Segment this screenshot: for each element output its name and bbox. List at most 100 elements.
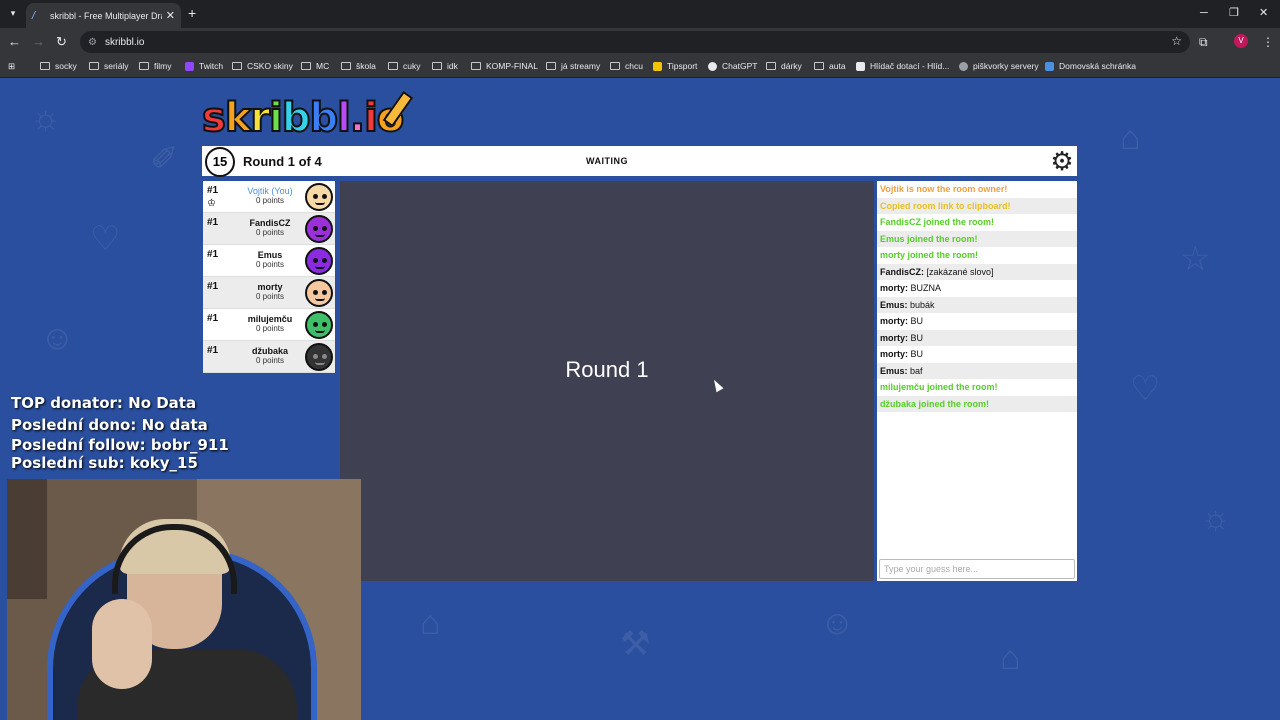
bookmark-link[interactable]: piškvorky servery — [959, 61, 1039, 71]
player-avatar — [305, 183, 333, 211]
chat-text: BU — [908, 349, 924, 359]
player-avatar — [305, 215, 333, 243]
chatgpt-icon — [708, 61, 717, 71]
player-name: milujemču — [247, 314, 293, 324]
restore-icon[interactable]: ❐ — [1229, 6, 1239, 20]
doodle-house-icon: ⌂ — [1000, 639, 1021, 677]
folder-icon — [546, 62, 556, 70]
doodle-heart-icon: ♡ — [90, 220, 121, 258]
profile-avatar[interactable]: V — [1234, 34, 1248, 48]
chat-author: Emus: — [880, 365, 908, 376]
tab-list-chevron-icon[interactable]: ▾ — [6, 6, 20, 20]
chat-message: Copied room link to clipboard! — [877, 197, 1077, 214]
bookmark-folder[interactable]: MC — [301, 61, 329, 71]
close-window-icon[interactable]: ✕ — [1259, 6, 1268, 20]
globe-icon — [959, 61, 968, 71]
extensions-icon[interactable]: ⧉ — [1199, 34, 1208, 50]
player-row[interactable]: #1 morty 0 points — [203, 277, 335, 309]
folder-icon — [388, 62, 398, 70]
player-avatar — [305, 279, 333, 307]
player-row[interactable]: #1 Emus 0 points — [203, 245, 335, 277]
doodle-house-icon: ⌂ — [420, 604, 441, 642]
bookmark-link[interactable]: Domovská schránka — [1045, 61, 1136, 71]
chat-message: FandisCZ joined the room! — [880, 217, 994, 227]
doodle-sun-icon: ☼ — [1200, 499, 1232, 537]
browser-tab-bar: ▾ / skribbl - Free Multiplayer Draw ✕ + … — [0, 0, 1280, 28]
chat-text: BU — [908, 332, 924, 343]
address-bar[interactable]: ⚙ skribbl.io ☆ — [80, 31, 1190, 53]
round-announcement: Round 1 — [565, 357, 649, 382]
player-points: 0 points — [255, 356, 285, 365]
reload-icon[interactable]: ↻ — [56, 34, 67, 50]
twitch-icon — [185, 61, 194, 71]
overlay-last-dono: Poslední dono: No data — [11, 416, 208, 434]
doodle-smile-icon: ☺ — [820, 604, 855, 642]
webcam-feed — [7, 479, 361, 720]
chat-message: Vojtik is now the room owner! — [880, 184, 1008, 194]
player-row[interactable]: #1 milujemču 0 points — [203, 309, 335, 341]
player-name: morty — [257, 282, 283, 292]
player-row[interactable]: #1 džubaka 0 points — [203, 341, 335, 373]
player-rank: #1 — [207, 345, 219, 356]
player-row[interactable]: #1 FandisCZ 0 points — [203, 213, 335, 245]
player-rank: #1 — [207, 217, 219, 228]
game-status: WAITING — [586, 156, 628, 166]
menu-dots-icon[interactable]: ⋮ — [1262, 34, 1274, 50]
player-row[interactable]: #1 ♔ Vojtik (You) 0 points — [203, 181, 335, 213]
bookmark-star-icon[interactable]: ☆ — [1171, 34, 1182, 48]
bookmark-folder[interactable]: seriály — [89, 61, 129, 71]
folder-icon — [139, 62, 149, 70]
guess-input[interactable] — [879, 559, 1075, 579]
folder-icon — [432, 62, 442, 70]
bookmark-link[interactable]: Twitch — [185, 61, 223, 71]
tab-title: skribbl - Free Multiplayer Draw — [50, 10, 162, 21]
chat-text: baf — [907, 365, 923, 376]
drawing-canvas[interactable]: Round 1 — [340, 181, 874, 581]
url-text: skribbl.io — [104, 36, 145, 48]
bookmark-link[interactable]: Tipsport — [653, 61, 697, 71]
chat-author: morty: — [880, 283, 909, 293]
bookmark-folder[interactable]: filmy — [139, 61, 171, 71]
doodle-star-icon: ☆ — [1180, 240, 1211, 278]
chat-message: džubaka joined the room! — [877, 395, 1077, 412]
minimize-icon[interactable]: ─ — [1200, 6, 1208, 20]
bookmark-folder[interactable]: cuky — [388, 61, 420, 71]
chat-message: Emus: bubák — [877, 296, 1077, 313]
bookmark-folder[interactable]: škola — [341, 61, 376, 71]
settings-gear-icon[interactable]: ⚙ — [1049, 148, 1075, 174]
bookmark-folder[interactable]: dárky — [766, 61, 802, 71]
folder-icon — [814, 62, 824, 70]
bookmark-link[interactable]: ChatGPT — [708, 61, 757, 71]
folder-icon — [610, 62, 620, 70]
bookmark-folder[interactable]: KOMP-FINAL — [471, 61, 538, 71]
bookmark-folder[interactable]: socky — [40, 61, 77, 71]
bookmark-folder[interactable]: idk — [432, 61, 458, 71]
player-points: 0 points — [255, 228, 285, 237]
overlay-top-donator: TOP donator: No Data — [11, 394, 197, 412]
player-avatar — [305, 343, 333, 371]
player-points: 0 points — [255, 292, 285, 301]
forward-icon[interactable]: → — [32, 34, 45, 50]
player-points: 0 points — [255, 196, 285, 205]
new-tab-icon[interactable]: + — [188, 6, 196, 20]
chat-message: morty: BU — [877, 346, 1077, 363]
close-tab-icon[interactable]: ✕ — [166, 9, 175, 22]
apps-grid-icon[interactable]: ⊞ — [8, 61, 15, 72]
folder-icon — [471, 62, 481, 70]
bookmark-link[interactable]: Hlídač dotací - Hlíd... — [856, 61, 949, 71]
back-icon[interactable]: ← — [8, 34, 21, 50]
site-info-icon[interactable]: ⚙ — [88, 37, 97, 48]
crown-icon: ♔ — [207, 198, 216, 209]
bookmark-folder[interactable]: já streamy — [546, 61, 600, 71]
bookmark-folder[interactable]: CSKO skiny — [232, 61, 293, 71]
bookmark-folder[interactable]: auta — [814, 61, 846, 71]
chat-message: morty joined the room! — [880, 250, 979, 260]
folder-icon — [301, 62, 311, 70]
bookmarks-bar: ⊞ socky seriály filmy Twitch CSKO skiny … — [0, 56, 1280, 78]
chat-panel: Vojtik is now the room owner! Copied roo… — [877, 181, 1077, 581]
doodle-house-icon: ⌂ — [1120, 119, 1141, 157]
bookmark-folder[interactable]: chcu — [610, 61, 643, 71]
folder-icon — [40, 62, 50, 70]
browser-tab-skribbl[interactable]: / skribbl - Free Multiplayer Draw ✕ — [26, 3, 181, 28]
game-header: 15 Round 1 of 4 WAITING ⚙ — [202, 146, 1077, 177]
